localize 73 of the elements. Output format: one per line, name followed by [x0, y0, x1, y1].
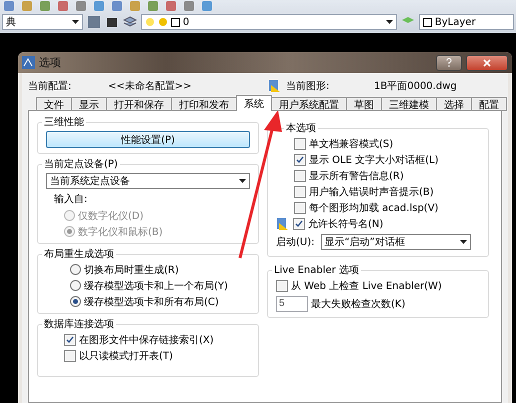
layers-icon[interactable]: [122, 15, 137, 29]
checkbox[interactable]: [294, 202, 306, 214]
tab[interactable]: 显示: [71, 97, 107, 111]
caret-icon: [386, 20, 393, 24]
checkbox[interactable]: [294, 170, 306, 182]
tab[interactable]: 草图: [346, 97, 382, 111]
group-title: 当前定点设备(P): [43, 158, 119, 171]
group-title: Live Enabler 选项: [273, 264, 360, 277]
help-button[interactable]: [436, 54, 462, 70]
group-title: 三维性能: [43, 116, 85, 129]
profile-label: 当前配置:: [28, 80, 72, 92]
checkbox[interactable]: [293, 218, 305, 230]
checkbox-label: 显示所有警告信息(R): [309, 170, 404, 182]
checkbox-label: 在图形文件中保存链接索引(X): [79, 334, 214, 346]
startup-label: 启动(U):: [276, 236, 314, 249]
checkbox-label: 以只读模式打开表(T): [79, 350, 173, 362]
caret-icon: [239, 179, 246, 183]
app-icon: [22, 56, 35, 69]
radio-label: 缓存模型选项卡和所有布局(C): [84, 296, 219, 308]
tab[interactable]: 文件: [36, 97, 72, 111]
checkbox-label: 允许长符号名(N): [308, 218, 384, 230]
close-button[interactable]: [466, 54, 508, 70]
group-title: 数据库连接选项: [43, 318, 115, 331]
layer-combo[interactable]: 0: [140, 14, 397, 30]
checkbox-label: 单文档兼容模式(S): [309, 138, 394, 150]
drawing-file-icon: [276, 216, 290, 230]
tab[interactable]: 打印和发布: [171, 97, 237, 111]
tab[interactable]: 系统: [236, 95, 272, 111]
radio-label: 数字化仪和鼠标(B): [78, 226, 163, 238]
radio-button[interactable]: [70, 296, 81, 307]
startup-select[interactable]: 显示“启动”对话框: [320, 234, 470, 250]
performance-settings-button[interactable]: 性能设置(P): [46, 131, 250, 148]
layer-name: 0: [182, 16, 190, 28]
checkbox[interactable]: [294, 138, 306, 150]
close-icon: [483, 58, 491, 66]
radio-label: 缓存模型选项卡和上一个布局(Y): [84, 280, 228, 292]
checkbox-label: 从 Web 上检查 Live Enabler(W): [291, 280, 442, 292]
drawing-label: 当前图形:: [286, 80, 330, 92]
tab[interactable]: 打开和保存: [106, 97, 172, 111]
swatch-icon: [170, 18, 180, 26]
checkbox[interactable]: [294, 154, 306, 166]
tab[interactable]: 用户系统配置: [271, 97, 347, 111]
drawing-name: 1B平面0000.dwg: [374, 80, 457, 92]
profile-name: <<未命名配置>>: [108, 80, 193, 92]
drawing-file-icon: [268, 78, 282, 92]
window-title: 选项: [39, 55, 62, 70]
question-mark-icon: [446, 58, 452, 67]
swatch-icon: [422, 18, 432, 26]
style-combo[interactable]: 典: [2, 14, 83, 30]
checkbox[interactable]: [294, 186, 306, 198]
max-checks-label: 最大失败检查次数(K): [311, 298, 406, 310]
caret-icon: [460, 240, 466, 244]
group-title: 布局重生成选项: [43, 248, 115, 261]
checkbox[interactable]: [64, 334, 76, 346]
max-checks-field[interactable]: 5: [276, 296, 308, 312]
checkbox[interactable]: [276, 280, 288, 292]
input-from-label: 输入自:: [53, 192, 88, 206]
radio-button[interactable]: [70, 264, 81, 275]
radio-label: 切换布局时重生成(R): [84, 264, 179, 276]
group-title: 本选项: [285, 122, 317, 135]
tab[interactable]: 三维建模: [381, 97, 437, 111]
checkbox-label: 用户输入错误时声音提示(B): [309, 186, 434, 198]
caret-icon: [72, 20, 79, 24]
tab[interactable]: 配置: [471, 97, 507, 111]
checkbox[interactable]: [64, 350, 76, 362]
device-select[interactable]: 当前系统定点设备: [46, 173, 250, 189]
checkbox-label: 显示 OLE 文字大小对话框(L): [309, 154, 438, 166]
radio-button[interactable]: [70, 280, 81, 291]
toolbar-icon[interactable]: [104, 15, 119, 29]
color-combo[interactable]: ByLayer: [418, 14, 514, 30]
tab[interactable]: 选择: [436, 97, 472, 111]
checkbox-label: 每个图形均加载 acad.lsp(V): [309, 202, 438, 214]
radio-label: 仅数字化仪(D): [78, 210, 144, 222]
